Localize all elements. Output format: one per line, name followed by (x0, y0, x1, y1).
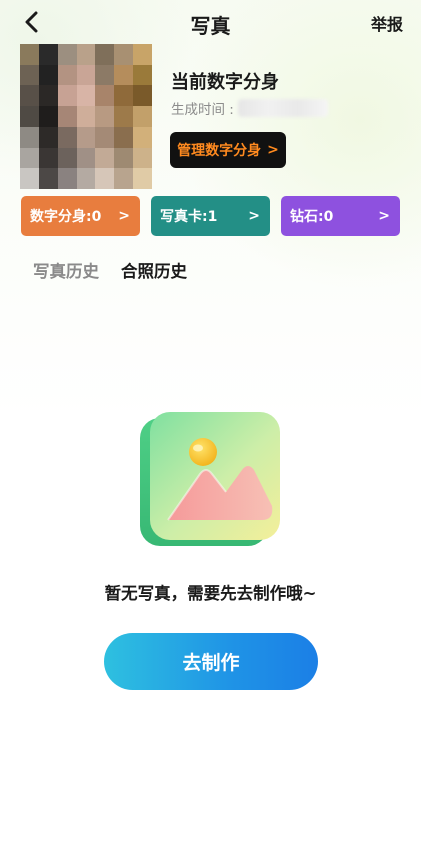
avatar-pixel (76, 168, 96, 189)
avatar-pixel (76, 147, 96, 169)
avatar-pixel (20, 64, 39, 86)
avatar-pixel (114, 106, 134, 127)
avatar-pixel (95, 106, 115, 127)
avatar-pixel (133, 126, 152, 148)
avatar-pixel (57, 85, 77, 107)
tab-label: 合照历史 (121, 262, 187, 281)
stat-diamond-button[interactable]: 钻石:0 > (281, 196, 400, 236)
avatar-pixel (76, 44, 96, 65)
avatar-pixel (133, 147, 152, 169)
avatar-pixel (95, 147, 115, 169)
generated-time: 生成时间 : (171, 98, 328, 118)
avatar-pixel (95, 64, 115, 86)
generated-time-value-redacted (237, 99, 328, 117)
stat-photo-card-button[interactable]: 写真卡:1 > (151, 196, 270, 236)
avatar-pixel (133, 44, 152, 65)
avatar-pixel (114, 147, 134, 169)
avatar-pixel (38, 168, 58, 189)
manage-button-label: 管理数字分身 (177, 143, 262, 159)
stat-label: 写真卡:1 (160, 209, 218, 225)
top-bar: 写真 举报 (0, 0, 421, 44)
stat-label: 钻石:0 (290, 209, 334, 225)
stat-digital-avatar-button[interactable]: 数字分身:0 > (21, 196, 140, 236)
avatar-pixel (38, 44, 58, 65)
chevron-right-icon: > (248, 208, 260, 224)
avatar-pixel (95, 44, 115, 65)
avatar-pixel (95, 85, 115, 107)
stat-label: 数字分身:0 (30, 209, 102, 225)
avatar-pixel (57, 44, 77, 65)
avatar-pixel (114, 126, 134, 148)
avatar-pixel (133, 168, 152, 189)
go-make-button[interactable]: 去制作 (104, 633, 318, 690)
manage-digital-avatar-button[interactable]: 管理数字分身 > (170, 132, 286, 168)
avatar-pixel (38, 126, 58, 148)
avatar-pixel (95, 126, 115, 148)
avatar-pixel (114, 44, 134, 65)
avatar-pixel (20, 168, 39, 189)
avatar-pixel (57, 147, 77, 169)
avatar-pixel (20, 85, 39, 107)
chevron-right-icon: > (378, 208, 390, 224)
chevron-right-icon: > (118, 208, 130, 224)
avatar-pixel (95, 168, 115, 189)
profile-name: 当前数字分身 (171, 72, 279, 93)
image-placeholder-icon (140, 412, 280, 546)
avatar-pixel (20, 126, 39, 148)
avatar-pixel (20, 44, 39, 65)
report-button[interactable]: 举报 (371, 11, 403, 35)
avatar-pixel (76, 85, 96, 107)
avatar-pixel (76, 126, 96, 148)
avatar-pixel (114, 85, 134, 107)
tab-label: 写真历史 (33, 262, 99, 281)
avatar-pixel (38, 106, 58, 127)
avatar-pixel (38, 64, 58, 86)
generated-time-label: 生成时间 : (171, 102, 234, 118)
chevron-right-icon: > (267, 142, 279, 158)
tab-photo-history[interactable]: 写真历史 (33, 258, 99, 282)
avatar (20, 44, 152, 189)
page-title: 写真 (190, 14, 231, 38)
avatar-pixel (133, 64, 152, 86)
avatar-pixel (20, 106, 39, 127)
avatar-pixel (38, 147, 58, 169)
history-tabs: 写真历史 合照历史 (33, 258, 187, 283)
avatar-pixel (76, 106, 96, 127)
avatar-pixel (114, 64, 134, 86)
avatar-pixel (20, 147, 39, 169)
avatar-pixel (57, 106, 77, 127)
empty-state-message: 暂无写真，需要先去制作哦~ (104, 584, 317, 603)
avatar-pixel (38, 85, 58, 107)
avatar-pixel (133, 85, 152, 107)
avatar-pixel (57, 64, 77, 86)
avatar-pixel (57, 168, 77, 189)
tab-group-photo-history[interactable]: 合照历史 (121, 258, 187, 283)
avatar-pixel (76, 64, 96, 86)
avatar-pixel (114, 168, 134, 189)
avatar-pixel (133, 106, 152, 127)
avatar-pixel (57, 126, 77, 148)
